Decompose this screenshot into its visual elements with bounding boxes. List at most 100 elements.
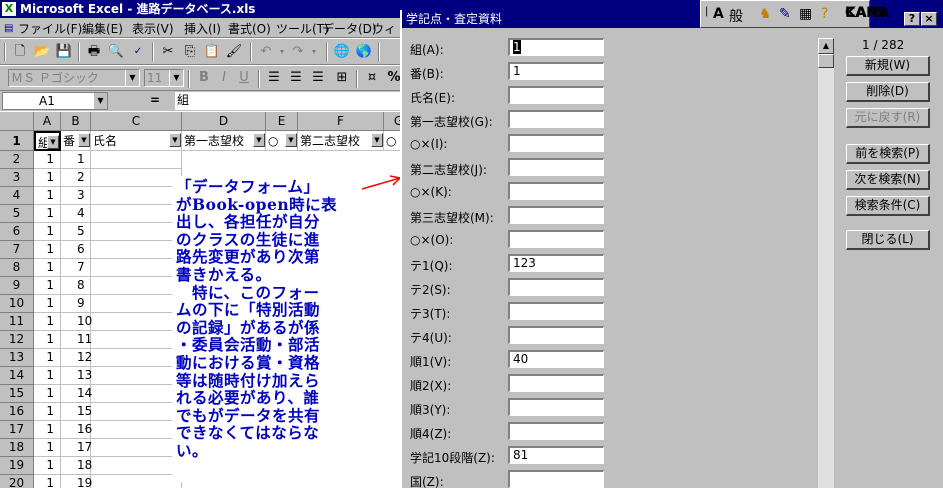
row-header[interactable]: 4: [0, 187, 34, 205]
row-header[interactable]: 14: [0, 367, 34, 385]
cell-name[interactable]: [91, 205, 182, 223]
cell-kumi[interactable]: 1: [34, 349, 61, 367]
cell-ban[interactable]: 17: [61, 439, 92, 457]
field-input[interactable]: [508, 278, 604, 296]
menu-edit[interactable]: 編集(E): [82, 20, 123, 37]
cell-kumi[interactable]: 1: [34, 313, 61, 331]
cell-ban[interactable]: 16: [61, 421, 92, 439]
dialog-button[interactable]: 新規(W): [846, 56, 930, 76]
cell-name[interactable]: [91, 259, 182, 277]
dialog-button[interactable]: 検索条件(C): [846, 196, 930, 216]
cell-name[interactable]: [91, 151, 182, 169]
cell-name[interactable]: [91, 385, 182, 403]
menu-tools[interactable]: ツール(T): [276, 20, 329, 37]
chevron-down-icon[interactable]: ▼: [93, 93, 107, 109]
header-cell-first-choice[interactable]: 第一志望校 ▼: [182, 131, 266, 151]
row-header[interactable]: 12: [0, 331, 34, 349]
cell-ban[interactable]: 5: [61, 223, 91, 241]
autofilter-dropdown-icon[interactable]: ▼: [371, 133, 383, 147]
cell-ban[interactable]: 3: [61, 187, 91, 205]
align-right-icon[interactable]: ☰: [308, 69, 328, 87]
column-header-c[interactable]: C: [91, 112, 182, 131]
cell-ban[interactable]: 14: [61, 385, 92, 403]
column-header-g[interactable]: G: [384, 112, 400, 131]
ime-tool-icon[interactable]: ♞: [759, 6, 772, 22]
help-icon[interactable]: ?: [904, 12, 920, 26]
ime-dict-icon[interactable]: ▦: [799, 6, 812, 22]
cell-ban[interactable]: 9: [61, 295, 91, 313]
cell-kumi[interactable]: 1: [34, 169, 61, 187]
record-scrollbar[interactable]: ▲: [818, 38, 834, 488]
field-input[interactable]: [508, 86, 604, 104]
cell-ban[interactable]: 11: [61, 331, 92, 349]
dialog-button[interactable]: 閉じる(L): [846, 230, 930, 250]
row-header[interactable]: 11: [0, 313, 34, 331]
cell-kumi[interactable]: 1: [34, 223, 61, 241]
field-input[interactable]: [508, 398, 604, 416]
header-cell-mark-1[interactable]: ○ ▼: [266, 131, 298, 151]
autofilter-dropdown-icon[interactable]: ▼: [253, 133, 265, 147]
cell-ban[interactable]: 15: [61, 403, 92, 421]
cell-name[interactable]: [91, 295, 182, 313]
scroll-thumb[interactable]: [818, 54, 834, 68]
field-input[interactable]: [508, 302, 604, 320]
cell-name[interactable]: [91, 349, 182, 367]
column-header-a[interactable]: A: [34, 112, 61, 131]
document-icon[interactable]: ▤: [4, 23, 13, 34]
dialog-button[interactable]: 削除(D): [846, 82, 930, 102]
dialog-button[interactable]: 元に戻す(R): [846, 108, 930, 128]
cell-kumi[interactable]: 1: [34, 475, 61, 488]
open-icon[interactable]: 📂: [32, 43, 52, 61]
web-toolbar-icon[interactable]: 🌎: [354, 43, 374, 61]
cell-name[interactable]: [91, 457, 182, 475]
field-input[interactable]: 1: [508, 62, 604, 80]
cell-ban[interactable]: 1: [61, 151, 91, 169]
row-header-1[interactable]: 1: [0, 131, 34, 151]
redo-dropdown-icon[interactable]: ▾: [304, 43, 324, 61]
scroll-up-icon[interactable]: ▲: [818, 38, 834, 54]
autofilter-dropdown-icon[interactable]: ▼: [285, 133, 297, 147]
row-header[interactable]: 7: [0, 241, 34, 259]
cell-ban[interactable]: 13: [61, 367, 92, 385]
cell-ban[interactable]: 10: [61, 313, 92, 331]
format-painter-icon[interactable]: 🖌: [224, 43, 244, 61]
menu-format[interactable]: 書式(O): [228, 20, 271, 37]
menu-data[interactable]: データ(D): [322, 20, 377, 37]
cell-ban[interactable]: 6: [61, 241, 91, 259]
chevron-down-icon[interactable]: ▼: [125, 70, 139, 86]
cell-name[interactable]: [91, 277, 182, 295]
dialog-button[interactable]: 前を検索(P): [846, 144, 930, 164]
field-input[interactable]: 123: [508, 254, 604, 272]
ime-help-icon[interactable]: ?: [821, 6, 828, 22]
preview-icon[interactable]: 🔍: [106, 43, 126, 61]
row-header[interactable]: 17: [0, 421, 34, 439]
field-input[interactable]: [508, 158, 604, 176]
close-icon[interactable]: ×: [921, 12, 937, 26]
field-input[interactable]: 81: [508, 446, 604, 464]
header-cell-mark-2[interactable]: ○: [384, 131, 400, 151]
cell-kumi[interactable]: 1: [34, 151, 61, 169]
cell-ban[interactable]: 7: [61, 259, 91, 277]
field-input[interactable]: [508, 134, 604, 152]
autofilter-dropdown-icon[interactable]: ▼: [47, 135, 59, 149]
header-cell-kumi[interactable]: 組 ▼: [34, 131, 61, 151]
row-header[interactable]: 5: [0, 205, 34, 223]
cell-name[interactable]: [91, 331, 182, 349]
header-cell-name[interactable]: 氏名 ▼: [91, 131, 182, 151]
chevron-down-icon[interactable]: ▼: [169, 70, 183, 86]
row-header[interactable]: 19: [0, 457, 34, 475]
row-header[interactable]: 6: [0, 223, 34, 241]
font-size-select[interactable]: 11 ▼: [144, 69, 184, 87]
web-icon[interactable]: 🌐: [332, 43, 352, 61]
bold-icon[interactable]: B: [194, 69, 214, 87]
row-header[interactable]: 15: [0, 385, 34, 403]
cell-name[interactable]: [91, 475, 182, 488]
cell-name[interactable]: [91, 241, 182, 259]
cell-ban[interactable]: 12: [61, 349, 92, 367]
ime-alpha[interactable]: A: [713, 6, 724, 22]
column-header-b[interactable]: B: [61, 112, 91, 131]
header-cell-second-choice[interactable]: 第二志望校 ▼: [298, 131, 384, 151]
cell-ban[interactable]: 2: [61, 169, 91, 187]
italic-icon[interactable]: I: [214, 69, 234, 87]
cell-name[interactable]: [91, 439, 182, 457]
